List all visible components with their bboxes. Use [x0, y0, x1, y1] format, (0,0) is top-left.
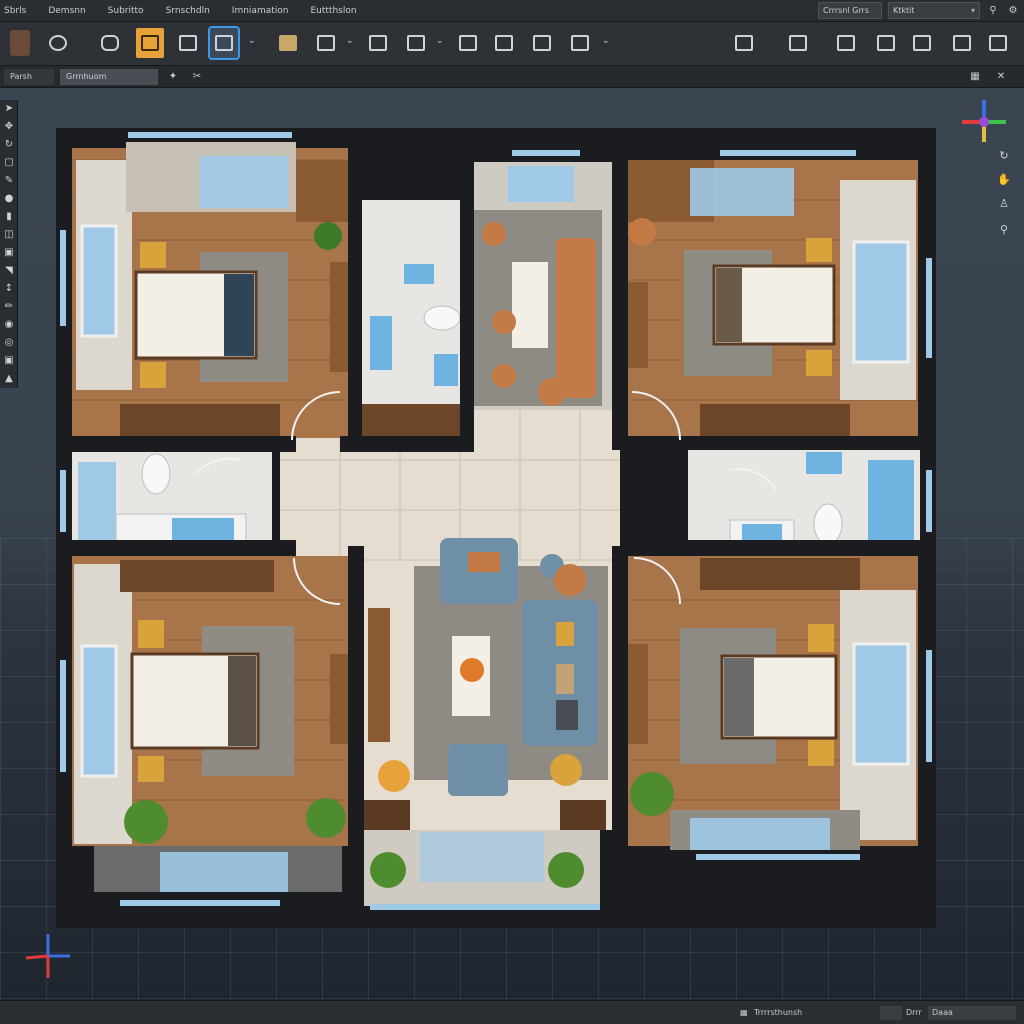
search-icon[interactable]: ⚲ — [986, 4, 1000, 18]
cursor-icon[interactable] — [528, 28, 556, 58]
text-icon[interactable]: ✏ — [0, 298, 18, 316]
columns-icon[interactable] — [312, 28, 340, 58]
cad-application: Sbrls Demsnn Subritto Srnschdln Imniamat… — [0, 0, 1024, 1024]
lock-icon[interactable]: ▦ — [740, 1006, 750, 1020]
tab-parsh[interactable]: Parsh — [4, 69, 54, 85]
menu-item-insert[interactable]: Srnschdln — [158, 6, 224, 16]
status-mid-label: Drrr — [906, 1008, 922, 1017]
status-label: Trrrrsthunsh — [754, 1008, 803, 1017]
paint-icon[interactable]: ◉ — [0, 316, 18, 334]
tab-grrnhuom[interactable]: Grrnhuom — [60, 69, 158, 85]
menubar: Sbrls Demsnn Subritto Srnschdln Imniamat… — [0, 0, 1024, 22]
door-icon[interactable]: ◫ — [0, 226, 18, 244]
menu-item-edit[interactable]: Demsnn — [40, 6, 99, 16]
panel-icon[interactable]: ▦ — [968, 70, 982, 84]
scale-icon[interactable]: ▢ — [0, 154, 18, 172]
snap-icon[interactable]: ✦ — [166, 70, 180, 84]
scissors-icon[interactable]: ✂ — [190, 70, 204, 84]
window-icon[interactable]: ▣ — [0, 244, 18, 262]
axis-gizmo — [25, 934, 70, 978]
folder-icon[interactable] — [274, 28, 302, 58]
select-icon[interactable]: ➤ — [0, 100, 18, 118]
shapes-icon[interactable] — [96, 28, 124, 58]
main-toolbar: ⌄ ⌄ ⌄ ⌄ — [0, 22, 1024, 66]
globe-icon[interactable] — [44, 28, 72, 58]
pen-icon[interactable]: ✎ — [0, 172, 18, 190]
sofa-icon[interactable] — [872, 28, 900, 58]
chevron-down-icon[interactable]: ⌄ — [248, 36, 256, 46]
wrench-icon[interactable] — [490, 28, 518, 58]
image-icon[interactable] — [454, 28, 482, 58]
drop-icon[interactable]: ● — [0, 190, 18, 208]
close-icon[interactable]: ✕ — [994, 70, 1008, 84]
menu-item-information[interactable]: Imniamation — [224, 6, 303, 16]
frame-icon[interactable] — [208, 26, 240, 60]
move-icon[interactable]: ✥ — [0, 118, 18, 136]
rotate-icon[interactable]: ↻ — [0, 136, 18, 154]
pan-icon[interactable]: ✋ — [996, 172, 1012, 188]
menu-item-view[interactable]: Subritto — [100, 6, 158, 16]
orbit-icon[interactable]: ↻ — [996, 148, 1012, 164]
chevron-down-icon: ▾ — [970, 6, 975, 15]
light-icon[interactable]: ▲ — [0, 370, 18, 388]
house-icon[interactable] — [948, 28, 976, 58]
branch-icon[interactable] — [832, 28, 860, 58]
secondary-toolbar: Parsh Grrnhuom ✦ ✂ ▦ ✕ — [0, 66, 1024, 88]
ground-grid — [0, 538, 1024, 1000]
menu-item-file[interactable]: Sbrls — [0, 6, 40, 16]
camera-icon[interactable] — [566, 28, 594, 58]
measure-icon[interactable]: ↕ — [0, 280, 18, 298]
walk-icon[interactable]: ♙ — [996, 196, 1012, 212]
view-select-value: Ktktit — [893, 6, 915, 15]
wall-icon[interactable]: ▮ — [0, 208, 18, 226]
status-select[interactable]: Daaa — [928, 1006, 1016, 1020]
lamp-icon[interactable] — [730, 28, 758, 58]
search-input[interactable]: Crrrsnl Grrs — [818, 2, 882, 19]
layers-icon[interactable] — [402, 28, 430, 58]
user-avatar-icon[interactable] — [6, 28, 34, 58]
stairs-icon[interactable]: ◥ — [0, 262, 18, 280]
move-tool-icon[interactable] — [136, 28, 164, 58]
menu-item-help[interactable]: Euttthslon — [302, 6, 370, 16]
eye-icon[interactable]: ◎ — [0, 334, 18, 352]
grid-icon[interactable] — [174, 28, 202, 58]
camera-icon[interactable]: ▣ — [0, 352, 18, 370]
monitor-icon[interactable] — [364, 28, 392, 58]
status-bar: ▦ Trrrrsthunsh Drrr Daaa — [0, 1000, 1024, 1024]
viewport-3d[interactable] — [0, 88, 1024, 1000]
left-tool-column: ➤ ✥ ↻ ▢ ✎ ● ▮ ◫ ▣ ◥ ↕ ✏ ◉ ◎ ▣ ▲ — [0, 100, 18, 388]
chevron-down-icon[interactable]: ⌄ — [602, 36, 610, 46]
status-select-value: Daaa — [932, 1008, 953, 1017]
view-select[interactable]: Ktktit ▾ — [888, 2, 980, 19]
navigation-gizmo[interactable] — [956, 94, 1012, 150]
dimension-icon[interactable] — [784, 28, 812, 58]
frame-select-icon[interactable] — [908, 28, 936, 58]
gear-icon[interactable]: ⚙ — [1006, 4, 1020, 18]
status-toggle[interactable] — [880, 1006, 902, 1020]
zoom-icon[interactable]: ⚲ — [996, 222, 1012, 238]
chevron-down-icon[interactable]: ⌄ — [436, 36, 444, 46]
chevron-down-icon[interactable]: ⌄ — [346, 36, 354, 46]
settings-icon[interactable] — [984, 28, 1012, 58]
